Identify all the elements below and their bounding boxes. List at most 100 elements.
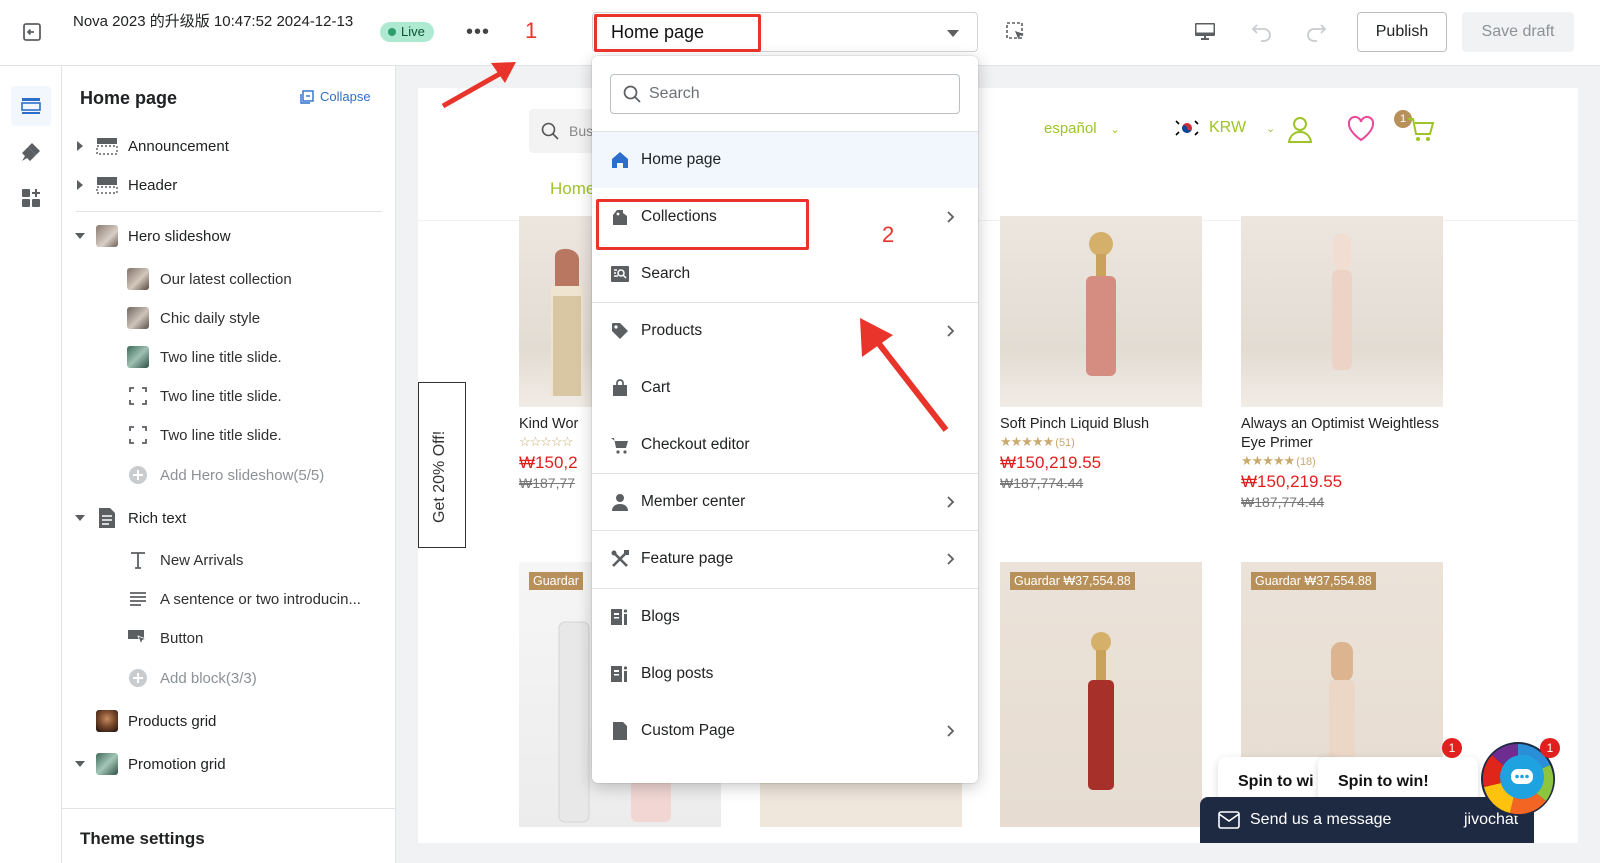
theme-settings-button[interactable]: Theme settings [62,808,396,863]
block-rich-text[interactable]: New Arrivals [62,542,396,578]
promotion-grid-thumbnail-icon [96,753,118,775]
rating-stars: ★★★★★ [1000,434,1054,449]
dropdown-item-label: Checkout editor [641,436,750,453]
block-label: Two line title slide. [160,426,282,444]
chevron-down-icon: ⌄ [1110,124,1120,136]
dropdown-item-blog-posts[interactable]: Blog posts [592,646,978,702]
block-rich-text[interactable]: A sentence or two introducin... [62,581,396,617]
send-message-label: Send us a message [1250,811,1392,828]
currency-selector[interactable]: KRW ⌄ [1173,118,1275,138]
desktop-view-icon[interactable] [1193,20,1217,44]
add-hero-slide-button[interactable]: Add Hero slideshow(5/5) [62,457,396,493]
document-icon [96,507,118,529]
publish-button[interactable]: Publish [1357,12,1447,52]
dropdown-item-search[interactable]: Search [592,246,978,302]
theme-settings-label: Theme settings [80,829,205,848]
currency-label: KRW [1209,119,1247,136]
section-rich-text[interactable]: Rich text [62,500,396,536]
dropdown-item-blogs[interactable]: Blogs [592,589,978,645]
block-rich-text[interactable]: Button [62,620,396,656]
block-label: New Arrivals [160,551,244,569]
search-page-icon [610,264,630,284]
dropdown-item-feature-page[interactable]: Feature page [592,531,978,587]
product-name: Soft Pinch Liquid Blush [1000,416,1150,432]
review-count: (18) [1296,456,1316,468]
store-search-placeholder: Bus [569,123,594,139]
slide-thumbnail-icon [127,346,149,368]
collapse-arrow-icon[interactable] [75,515,85,521]
slide-thumbnail-icon [127,307,149,329]
block-hero-slide[interactable]: Two line title slide. [62,417,396,453]
expand-arrow-icon[interactable] [77,180,83,190]
exit-icon[interactable] [20,20,44,44]
block-hero-slide[interactable]: Chic daily style [62,300,396,336]
expand-arrow-icon[interactable] [77,141,83,151]
dropdown-item-label: Search [641,265,691,282]
block-hero-slide[interactable]: Two line title slide. [62,339,396,375]
collapse-arrow-icon[interactable] [75,761,85,767]
annotation-number-2: 2 [882,222,895,247]
product-rating: ★★★★★ (18) [1241,453,1443,469]
theme-name: Nova 2023 的升级版 10:47:52 2024-12-13 [73,13,354,30]
sections-icon[interactable] [11,86,51,126]
wishlist-heart-icon[interactable] [1346,114,1376,144]
block-hero-slide[interactable]: Our latest collection [62,261,396,297]
account-icon[interactable] [1285,114,1315,144]
chevron-down-icon: ⌄ [1266,122,1276,135]
section-label: Announcement [128,137,229,155]
caret-down-icon [947,30,959,37]
collapse-icon [300,89,314,104]
products-grid-thumbnail-icon [96,710,118,732]
dropdown-item-member-center[interactable]: Member center [592,474,978,530]
dropdown-item-checkout-editor[interactable]: Checkout editor [592,417,978,473]
dropdown-item-label: Products [641,322,703,339]
annotation-highlight-collections [596,199,809,250]
product-card[interactable]: Soft Pinch Liquid Blush ★★★★★ (51) ₩150,2… [1000,216,1202,491]
dropdown-item-products[interactable]: Products [592,303,978,359]
add-block-button[interactable]: Add block(3/3) [62,660,396,696]
undo-icon[interactable] [1250,20,1274,44]
block-hero-slide[interactable]: Two line title slide. [62,378,396,414]
nav-home-link[interactable]: Home [550,179,595,199]
block-label: Our latest collection [160,270,292,288]
product-image [1000,216,1202,407]
collapse-button[interactable]: Collapse [300,89,371,104]
sidebar-divider [76,211,382,212]
inspect-select-icon[interactable] [1005,21,1027,43]
blog-icon [610,607,630,627]
dropdown-item-cart[interactable]: Cart [592,360,978,416]
dropdown-item-custom-page[interactable]: Custom Page [592,703,978,759]
envelope-icon [1218,811,1240,829]
theme-style-icon[interactable] [11,132,51,172]
rating-stars: ★★★★★ [1241,453,1295,468]
dropdown-item-home-page[interactable]: Home page [592,132,978,188]
empty-slide-icon [127,385,149,407]
search-icon [541,122,559,140]
section-products-grid[interactable]: Products grid [62,703,396,739]
block-label: Add Hero slideshow(5/5) [160,466,325,484]
section-promotion-grid[interactable]: Promotion grid [62,746,396,782]
collapse-arrow-icon[interactable] [75,233,85,239]
cart-icon[interactable] [1406,114,1436,144]
section-header[interactable]: Header [62,167,396,203]
page-search-input[interactable] [649,83,939,105]
icon-rail [0,66,62,863]
spin-badge: 1 [1442,738,1462,758]
discount-badge: Guardar [529,572,583,590]
product-card[interactable]: Guardar ₩37,554.88 [1000,562,1202,827]
redo-icon[interactable] [1304,20,1328,44]
section-label: Promotion grid [128,755,226,773]
save-draft-button[interactable]: Save draft [1462,12,1574,52]
language-selector[interactable]: español ⌄ [1044,120,1120,137]
page-search-field[interactable] [610,74,960,114]
section-announcement[interactable]: Announcement [62,128,396,164]
text-heading-icon [127,549,149,571]
section-hero-slideshow[interactable]: Hero slideshow [62,218,396,254]
discount-side-tab[interactable]: Get 20% Off! [418,382,466,548]
empty-slide-icon [127,424,149,446]
product-card[interactable]: Always an Optimist Weightless Eye Primer… [1241,216,1443,510]
bag-icon [610,378,630,398]
more-actions-button[interactable]: ••• [466,20,490,44]
add-circle-icon [127,464,149,486]
apps-blocks-icon[interactable] [11,178,51,218]
